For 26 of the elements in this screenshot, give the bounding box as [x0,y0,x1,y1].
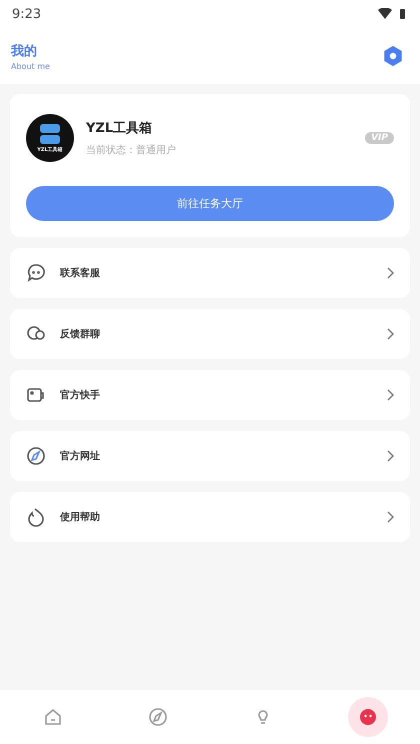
page-subtitle: About me [11,62,50,70]
logo-icon [39,124,61,144]
user-name: YZL工具箱 [86,120,154,137]
menu-item[interactable]: 官方网址 [10,431,410,481]
chevron-icon [386,328,394,340]
menu-item[interactable]: 官方快手 [10,370,410,420]
face-icon [358,707,378,727]
chevron-icon [386,389,394,401]
compass-icon [148,707,168,727]
nav-tab[interactable] [348,697,388,737]
wifi-battery-icon [378,8,408,20]
chevron-icon [386,267,394,279]
compass-icon [26,446,46,466]
status-time: 9:23 [12,6,42,22]
flame-icon [26,507,46,527]
id-card-icon [26,385,46,405]
menu-item[interactable]: 使用帮助 [10,492,410,542]
page-title: 我的 [11,42,38,60]
home-icon [42,707,62,727]
settings-icon[interactable] [382,45,404,67]
chat-bubble-icon [26,263,46,283]
chevron-icon [386,450,394,462]
menu-item[interactable]: 联系客服 [10,248,410,298]
chevron-icon [386,511,394,523]
user-status: 当前状态：普通用户 [86,144,177,157]
menu-item[interactable]: 反馈群聊 [10,309,410,359]
